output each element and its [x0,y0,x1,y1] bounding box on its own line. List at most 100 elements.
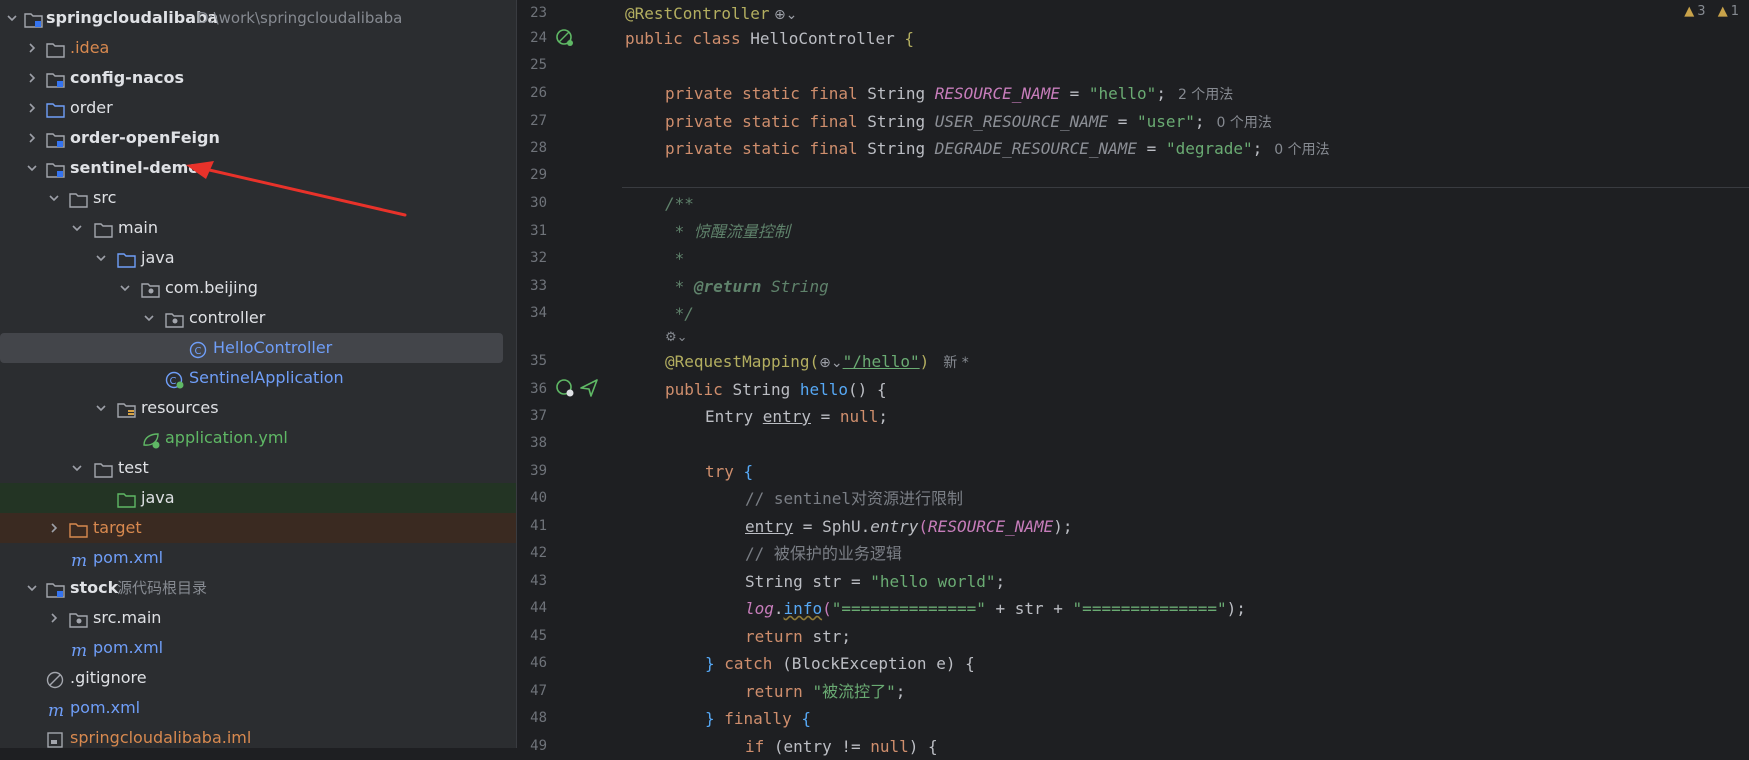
tree-row-order[interactable]: order [0,93,516,123]
tree-row-src-main[interactable]: src.main [0,603,516,633]
code-token[interactable]: "/hello" [843,352,920,371]
usages-hint[interactable]: 2 个用法 [1178,87,1233,103]
code-line-40: // sentinel对资源进行限制 [745,489,963,508]
tree-row-resources[interactable]: resources [0,393,516,423]
tree-row-stock-pom-xml[interactable]: m pom.xml [0,633,516,663]
line-number[interactable]: 46 [517,650,547,677]
send-request-icon[interactable] [579,378,599,402]
chevron-down-icon[interactable] [24,573,40,603]
code-token: public class [625,29,751,48]
tree-row-gitignore[interactable]: .gitignore [0,663,516,693]
line-number[interactable]: 32 [517,245,547,272]
tree-item-label: src [93,188,117,207]
code-token: { [801,709,811,728]
line-number[interactable]: 35 [517,348,547,375]
line-number[interactable]: 47 [517,678,547,705]
chevron-down-icon[interactable] [24,153,40,183]
tree-row-root-pom-xml[interactable]: m pom.xml [0,693,516,723]
code-editor[interactable]: ▲ 3 ▲ 1 @RestController ⊕⌄ public class He… [622,0,1749,756]
tree-row-root[interactable]: springcloudalibaba D:\work\springcloudal… [0,3,516,33]
line-number[interactable]: 33 [517,273,547,300]
line-number[interactable]: 23 [517,0,547,27]
tree-row-pom-xml[interactable]: m pom.xml [0,543,516,573]
line-number[interactable]: 38 [517,430,547,457]
bean-icon[interactable] [555,28,575,52]
chevron-down-icon[interactable] [4,3,20,33]
chevron-right-icon[interactable] [24,33,40,63]
tree-row-config-nacos[interactable]: config-nacos [0,63,516,93]
tree-row-sentinel-application[interactable]: C SentinelApplication [0,363,516,393]
problems-indicator[interactable]: ▲ 3 ▲ 1 [1676,4,1739,19]
code-token: = [810,407,840,426]
tree-row-controller[interactable]: controller [0,303,516,333]
code-token: { [904,29,914,48]
chevron-right-icon[interactable] [24,123,40,153]
chevron-right-icon[interactable] [46,513,62,543]
code-token: @RequestMapping( [665,352,820,371]
tree-row-order-openfeign[interactable]: order-openFeign [0,123,516,153]
line-number[interactable]: 41 [517,513,547,540]
line-number[interactable]: 45 [517,623,547,650]
tree-row-idea[interactable]: .idea [0,33,516,63]
line-number[interactable]: 30 [517,190,547,217]
code-token: + str + [985,599,1073,618]
line-number[interactable]: 40 [517,485,547,512]
code-token: ; [1194,112,1205,131]
annotation-arrow [186,161,407,217]
author-hint[interactable]: 新 * [943,355,968,371]
code-line-44: log.info("==============" + str + "=====… [745,595,1246,622]
line-number[interactable]: 31 [517,218,547,245]
code-token: "hello" [1088,84,1157,103]
code-line-27: private static final String USER_RESOURC… [665,108,1272,135]
chevron-down-icon[interactable] [117,273,133,303]
tree-row-application-yml[interactable]: application.yml [0,423,516,453]
warning-count: 3 [1697,4,1706,19]
svg-text:m: m [71,551,87,569]
usages-hint[interactable]: 0 个用法 [1216,115,1271,131]
code-line-31: * 惊醒流量控制 [665,222,790,241]
line-number[interactable]: 48 [517,705,547,732]
tree-row-iml[interactable]: springcloudalibaba.iml [0,723,516,748]
line-number[interactable]: 49 [517,733,547,760]
ignore-file-icon [46,669,66,689]
code-token: * [665,277,694,296]
globe-icon[interactable]: ⊕⌄ [819,355,842,371]
line-number[interactable]: 42 [517,540,547,567]
svg-text:C: C [195,346,202,357]
line-number[interactable]: 44 [517,595,547,622]
chevron-down-icon[interactable] [93,243,109,273]
line-number[interactable]: 37 [517,403,547,430]
line-number[interactable]: 43 [517,568,547,595]
tree-row-target[interactable]: target [0,513,516,543]
line-number[interactable]: 29 [517,162,547,189]
tree-row-hello-controller[interactable]: C HelloController [0,333,503,363]
tree-row-java[interactable]: java [0,243,516,273]
gear-icon[interactable]: ⚙⌄ [665,324,688,351]
chevron-down-icon[interactable] [69,453,85,483]
endpoint-icon[interactable] [555,378,575,402]
line-number[interactable]: 28 [517,135,547,162]
code-token: ; [1252,139,1263,158]
line-number[interactable]: 36 [517,376,547,403]
tree-row-stock[interactable]: stock 源代码根目录 [0,573,516,603]
tree-item-label: .idea [70,38,110,57]
code-line-24: public class HelloController { [625,25,914,52]
usages-hint[interactable]: 0 个用法 [1274,142,1329,158]
chevron-right-icon[interactable] [24,93,40,123]
line-number[interactable]: 39 [517,458,547,485]
line-number[interactable]: 24 [517,25,547,52]
chevron-right-icon[interactable] [46,603,62,633]
tree-row-test-java[interactable]: java [0,483,516,513]
line-number[interactable]: 26 [517,80,547,107]
tree-row-com-beijing[interactable]: com.beijing [0,273,516,303]
chevron-down-icon[interactable] [69,213,85,243]
chevron-down-icon[interactable] [141,303,157,333]
chevron-right-icon[interactable] [24,63,40,93]
chevron-down-icon[interactable] [46,183,62,213]
chevron-down-icon[interactable] [93,393,109,423]
line-number[interactable]: 25 [517,52,547,79]
code-line-49: if (entry != null) { [745,733,938,760]
tree-row-test[interactable]: test [0,453,516,483]
line-number[interactable]: 27 [517,108,547,135]
line-number[interactable]: 34 [517,300,547,327]
